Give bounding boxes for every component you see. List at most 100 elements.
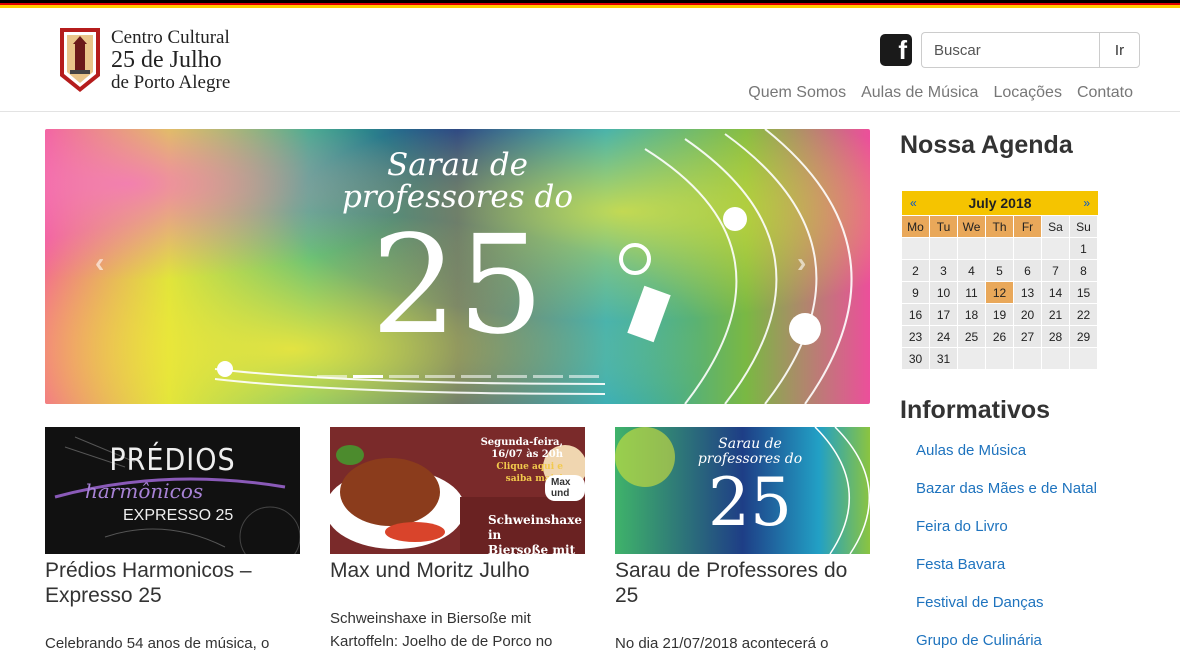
post-title[interactable]: Sarau de Professores do 25: [615, 558, 870, 608]
post-card: PRÉDIOS harmônicos EXPRESSO 25 Prédios H…: [45, 427, 300, 655]
calendar-day[interactable]: 4: [958, 260, 985, 281]
post-excerpt: Celebrando 54 anos de música, o: [45, 635, 270, 652]
facebook-icon[interactable]: f: [880, 34, 912, 66]
calendar-empty-cell: [1014, 238, 1041, 259]
calendar-day[interactable]: 25: [958, 326, 985, 347]
site-logo[interactable]: Centro Cultural 25 de Julho de Porto Ale…: [58, 26, 230, 94]
calendar-day[interactable]: 9: [902, 282, 929, 303]
calendar-empty-cell: [930, 238, 957, 259]
calendar-day[interactable]: 27: [1014, 326, 1041, 347]
thumb-number: 25: [708, 464, 792, 541]
agenda-title: Nossa Agenda: [900, 131, 1073, 159]
calendar-day[interactable]: 26: [986, 326, 1013, 347]
calendar-day[interactable]: 28: [1042, 326, 1069, 347]
search-form: Ir: [921, 32, 1140, 68]
calendar-day[interactable]: 7: [1042, 260, 1069, 281]
info-link[interactable]: Bazar das Mães e de Natal: [916, 480, 1097, 497]
thumb-line-1: Sarau de: [718, 436, 782, 452]
calendar-day[interactable]: 1: [1070, 238, 1097, 259]
nav-locacoes[interactable]: Locações: [993, 84, 1062, 102]
calendar-next-button[interactable]: »: [1083, 196, 1090, 210]
post-excerpt: Schweinshaxe in Biersoße mit Kartoffeln:…: [330, 610, 553, 650]
german-flag-stripe: [0, 0, 1180, 9]
list-item: Festival de Danças: [916, 594, 1097, 632]
nav-aulas-de-musica[interactable]: Aulas de Música: [861, 84, 978, 102]
calendar-weekday: Fr: [1014, 216, 1041, 237]
calendar-empty-cell: [1070, 348, 1097, 369]
hero-carousel[interactable]: Sarau de professores do 25 ‹ ›: [45, 129, 870, 404]
calendar-day[interactable]: 3: [930, 260, 957, 281]
search-button[interactable]: Ir: [1099, 32, 1140, 68]
list-item: Feira do Livro: [916, 518, 1097, 556]
thumb-title: PRÉDIOS: [109, 443, 236, 478]
site-header: Centro Cultural 25 de Julho de Porto Ale…: [0, 8, 1180, 112]
calendar-empty-cell: [986, 238, 1013, 259]
calendar-day[interactable]: 6: [1014, 260, 1041, 281]
calendar-day[interactable]: 30: [902, 348, 929, 369]
calendar-prev-button[interactable]: «: [910, 196, 917, 210]
carousel-indicator[interactable]: [497, 375, 527, 378]
info-link[interactable]: Festival de Danças: [916, 594, 1044, 611]
calendar-weekday: We: [958, 216, 985, 237]
chevron-right-icon[interactable]: ›: [797, 247, 806, 279]
crest-icon: [60, 28, 100, 92]
calendar-header: « July 2018 »: [902, 191, 1098, 215]
calendar-day[interactable]: 14: [1042, 282, 1069, 303]
hero-line-1: Sarau de: [386, 147, 529, 183]
calendar-day[interactable]: 5: [986, 260, 1013, 281]
logo-line-3: de Porto Alegre: [111, 72, 231, 93]
calendar-day[interactable]: 20: [1014, 304, 1041, 325]
post-title[interactable]: Prédios Harmonicos – Expresso 25: [45, 558, 300, 608]
calendar-day[interactable]: 31: [930, 348, 957, 369]
calendar-empty-cell: [958, 348, 985, 369]
carousel-indicator[interactable]: [389, 375, 419, 378]
info-link[interactable]: Grupo de Culinária: [916, 632, 1042, 649]
search-input[interactable]: [921, 32, 1099, 68]
calendar-weekday: Th: [986, 216, 1013, 237]
calendar-weekday: Tu: [930, 216, 957, 237]
carousel-indicator[interactable]: [317, 375, 347, 378]
calendar-weekday: Mo: [902, 216, 929, 237]
thumb-badge: Max und: [545, 475, 585, 501]
calendar-day[interactable]: 18: [958, 304, 985, 325]
post-thumbnail[interactable]: Segunda-feira, 16/07 às 20h Clique aqui …: [330, 427, 585, 554]
calendar-day[interactable]: 29: [1070, 326, 1097, 347]
calendar-day[interactable]: 17: [930, 304, 957, 325]
calendar-day[interactable]: 24: [930, 326, 957, 347]
carousel-indicator[interactable]: [461, 375, 491, 378]
calendar-day[interactable]: 16: [902, 304, 929, 325]
list-item: Aulas de Música: [916, 442, 1097, 480]
chevron-left-icon[interactable]: ‹: [95, 247, 104, 279]
logo-line-2: 25 de Julho: [111, 47, 222, 73]
calendar-day[interactable]: 2: [902, 260, 929, 281]
calendar-empty-cell: [958, 238, 985, 259]
carousel-indicator[interactable]: [533, 375, 563, 378]
calendar-day[interactable]: 10: [930, 282, 957, 303]
carousel-indicator[interactable]: [425, 375, 455, 378]
calendar-day[interactable]: 19: [986, 304, 1013, 325]
calendar-day[interactable]: 23: [902, 326, 929, 347]
info-link[interactable]: Feira do Livro: [916, 518, 1008, 535]
informativos-title: Informativos: [900, 396, 1051, 424]
calendar-grid: Mo Tu We Th Fr Sa Su 1 2 3 4 5 6 7 8 9 10 11 12 13 14 15 16 17 1…: [902, 216, 1098, 369]
nav-contato[interactable]: Contato: [1077, 84, 1133, 102]
calendar-day[interactable]: 8: [1070, 260, 1097, 281]
thumb-expresso: EXPRESSO 25: [123, 507, 234, 524]
post-thumbnail[interactable]: PRÉDIOS harmônicos EXPRESSO 25: [45, 427, 300, 554]
info-link[interactable]: Festa Bavara: [916, 556, 1005, 573]
nav-quem-somos[interactable]: Quem Somos: [748, 84, 846, 102]
calendar-day[interactable]: 21: [1042, 304, 1069, 325]
info-link[interactable]: Aulas de Música: [916, 442, 1026, 459]
calendar-empty-cell: [902, 238, 929, 259]
calendar-day[interactable]: 15: [1070, 282, 1097, 303]
list-item: Bazar das Mães e de Natal: [916, 480, 1097, 518]
post-title[interactable]: Max und Moritz Julho: [330, 558, 585, 583]
calendar-empty-cell: [1042, 238, 1069, 259]
carousel-indicator-active[interactable]: [353, 375, 383, 378]
calendar-day[interactable]: 13: [1014, 282, 1041, 303]
calendar-day[interactable]: 22: [1070, 304, 1097, 325]
calendar-day-today[interactable]: 12: [986, 282, 1013, 303]
carousel-indicator[interactable]: [569, 375, 599, 378]
calendar-day[interactable]: 11: [958, 282, 985, 303]
post-thumbnail[interactable]: Sarau de professores do 25: [615, 427, 870, 554]
